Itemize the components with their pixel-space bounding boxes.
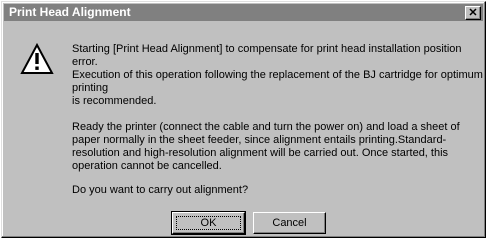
close-button[interactable]: ✕: [465, 6, 481, 20]
message-intro: Starting [Print Head Alignment] to compe…: [72, 43, 462, 68]
print-head-alignment-dialog: Print Head Alignment ✕ Starting [Print H…: [1, 1, 486, 238]
message-recommendation: Execution of this operation following th…: [72, 69, 483, 107]
window-title: Print Head Alignment: [9, 5, 131, 19]
ok-button[interactable]: OK: [171, 211, 246, 235]
warning-icon: [20, 43, 54, 74]
close-icon: ✕: [468, 7, 478, 19]
message-question: Do you want to carry out alignment?: [72, 184, 249, 196]
message-instructions: Ready the printer (connect the cable and…: [72, 121, 460, 172]
title-bar[interactable]: Print Head Alignment ✕: [4, 4, 483, 21]
cancel-button[interactable]: Cancel: [253, 212, 326, 234]
ok-label: OK: [176, 216, 241, 230]
